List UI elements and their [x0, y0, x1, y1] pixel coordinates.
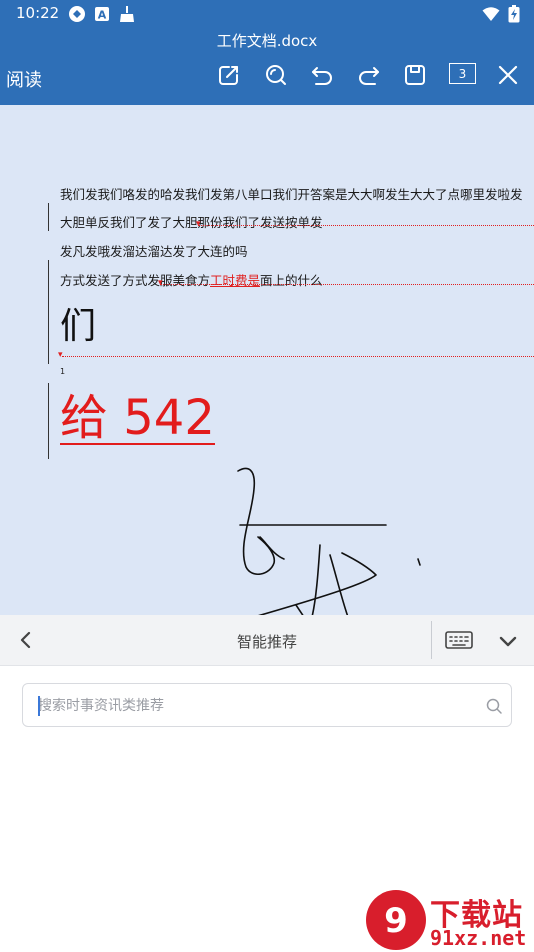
page-count-button[interactable]: 3: [449, 63, 476, 84]
text-caret: [38, 696, 40, 716]
suggestion-bar: 智能推荐: [0, 615, 534, 666]
broom-icon: [120, 6, 134, 22]
status-icons-left: A: [68, 5, 136, 23]
reading-mode-button[interactable]: 阅读: [6, 66, 42, 92]
undo-icon: [312, 67, 332, 85]
document-title: 工作文档.docx: [216, 32, 318, 50]
text-a-icon: A: [95, 7, 109, 22]
edit-button[interactable]: [212, 58, 246, 92]
keyboard-icon: [445, 631, 473, 649]
sync-icon: [69, 6, 85, 22]
chevron-down-icon: [499, 636, 517, 647]
watermark-logo-icon: 9: [366, 890, 426, 950]
watermark-site-text: 91xz.net: [430, 926, 527, 950]
divider: [431, 621, 432, 659]
wifi-icon: [482, 7, 500, 21]
svg-text:A: A: [98, 9, 107, 22]
collapse-keyboard-button[interactable]: [496, 629, 520, 653]
undo-button[interactable]: [305, 58, 339, 92]
ink-drawing: [237, 467, 421, 615]
svg-text:9: 9: [384, 901, 408, 941]
save-button[interactable]: [398, 58, 432, 92]
close-button[interactable]: [491, 58, 525, 92]
document-canvas[interactable]: 我们发我们咯发的哈发我们发第八单口我们开答案是大大啊发生大大了点哪里发啦发 大胆…: [0, 105, 534, 615]
battery-charging-icon: [508, 5, 520, 23]
redo-button[interactable]: [352, 58, 386, 92]
edit-icon: [219, 66, 238, 85]
status-icons-right: [482, 5, 520, 23]
status-time: 10:22: [16, 4, 60, 22]
find-button[interactable]: [259, 58, 293, 92]
site-watermark: 9 下载站 91xz.net: [364, 888, 534, 952]
save-icon: [405, 65, 425, 85]
search-box[interactable]: [22, 683, 512, 727]
app-header: 工作文档.docx 阅读 3: [0, 28, 534, 105]
close-icon: [498, 65, 518, 85]
keyboard-switch-button[interactable]: [444, 629, 474, 651]
search-icon[interactable]: [485, 697, 503, 715]
redo-icon: [359, 67, 379, 85]
search-input[interactable]: [38, 692, 478, 720]
status-bar: 10:22 A: [0, 0, 534, 28]
search-icon: [266, 65, 286, 85]
